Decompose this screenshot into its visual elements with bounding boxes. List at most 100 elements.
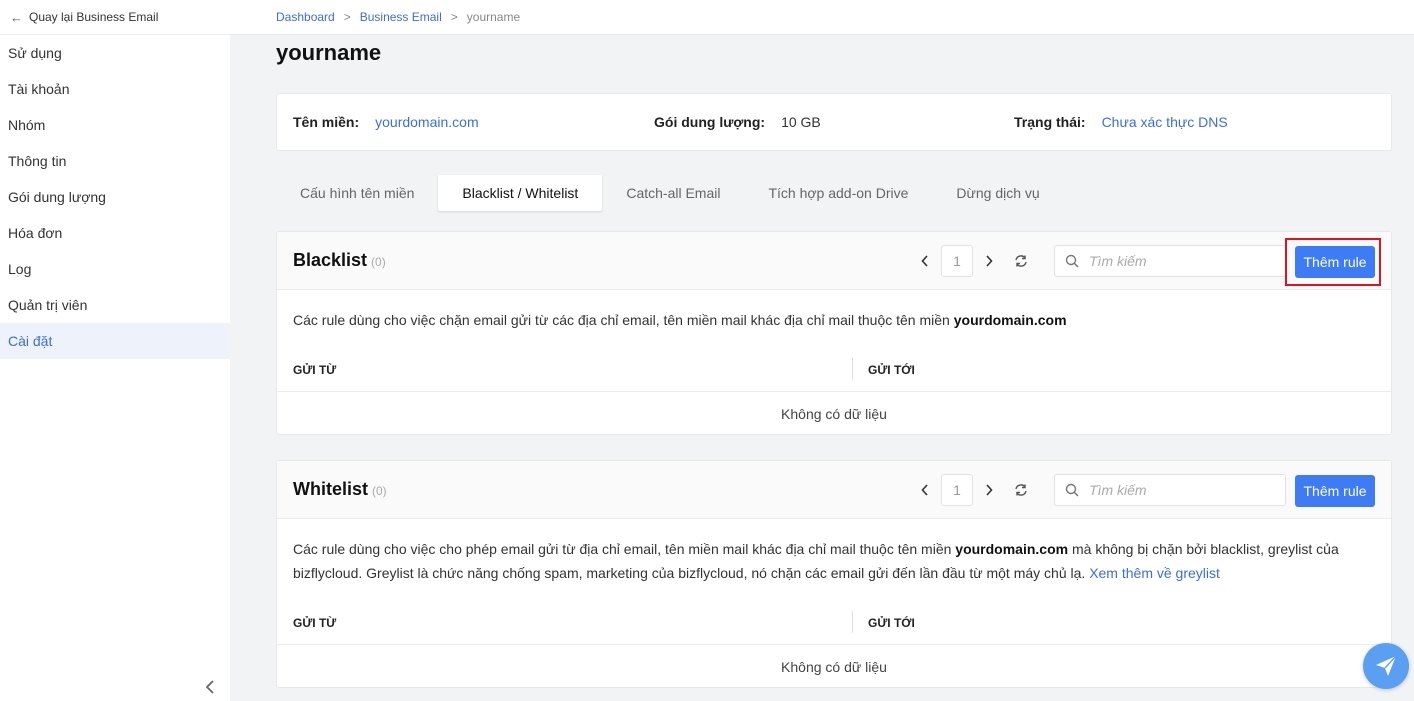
sidebar-item-label: Thông tin (8, 153, 67, 169)
back-to-business-email-link[interactable]: ← Quay lại Business Email (0, 0, 230, 35)
sidebar-item-settings[interactable]: Cài đặt (0, 323, 230, 359)
whitelist-description: Các rule dùng cho việc cho phép email gử… (277, 519, 1391, 599)
tab-blacklist-whitelist[interactable]: Blacklist / Whitelist (438, 175, 603, 211)
whitelist-empty-state: Không có dữ liệu (781, 659, 887, 675)
blacklist-pagination: 1 (913, 245, 1037, 277)
blacklist-search (1054, 245, 1286, 277)
chevron-left-icon (921, 484, 928, 496)
chat-button[interactable] (1363, 643, 1409, 689)
search-icon (1055, 483, 1089, 497)
plan-field: Gói dung lượng: 10 GB (654, 114, 821, 130)
status-value[interactable]: Chưa xác thực DNS (1102, 114, 1228, 130)
sidebar-item-log[interactable]: Log (0, 251, 230, 287)
blacklist-panel: Blacklist(0) 1 Thêm rule (276, 231, 1392, 435)
whitelist-count: (0) (372, 484, 387, 498)
blacklist-desc-text: Các rule dùng cho việc chặn email gửi từ… (293, 312, 954, 328)
tab-stop-service[interactable]: Dừng dịch vụ (932, 175, 1063, 211)
column-divider (852, 358, 853, 380)
blacklist-count: (0) (371, 255, 386, 269)
whitelist-title-text: Whitelist (293, 479, 368, 499)
sidebar-item-label: Tài khoản (8, 81, 70, 97)
domain-label: Tên miền: (293, 114, 360, 130)
whitelist-desc-domain: yourdomain.com (955, 541, 1069, 557)
back-link-label: Quay lại Business Email (29, 10, 159, 24)
page-number[interactable]: 1 (941, 474, 973, 506)
page-number[interactable]: 1 (941, 245, 973, 277)
domain-value[interactable]: yourdomain.com (375, 114, 479, 130)
column-header-to: GỬI TỚI (868, 363, 915, 377)
tab-domain-config[interactable]: Cấu hình tên miền (276, 175, 438, 211)
whitelist-add-rule-button[interactable]: Thêm rule (1295, 475, 1375, 507)
search-icon (1055, 254, 1089, 268)
arrow-left-icon: ← (10, 9, 23, 25)
breadcrumb-current: yourname (466, 10, 521, 24)
refresh-button[interactable] (1005, 474, 1037, 506)
refresh-icon (1015, 484, 1027, 496)
whitelist-title: Whitelist (0) (293, 479, 387, 500)
status-label: Trạng thái: (1014, 114, 1086, 130)
sidebar-item-label: Gói dung lượng (8, 189, 106, 205)
sidebar-item-invoices[interactable]: Hóa đơn (0, 215, 230, 251)
blacklist-table-header: GỬI TỪ GỬI TỚI (277, 346, 1391, 392)
sidebar-item-admins[interactable]: Quản trị viên (0, 287, 230, 323)
tab-catch-all-email[interactable]: Catch-all Email (602, 175, 744, 211)
greylist-info-link[interactable]: Xem thêm về greylist (1089, 565, 1220, 581)
whitelist-header: Whitelist (0) 1 Thêm rule (277, 461, 1391, 519)
sidebar-item-label: Log (8, 261, 32, 277)
sidebar-item-label: Cài đặt (8, 333, 53, 349)
page-title: yourname (276, 40, 382, 65)
sidebar-item-label: Sử dụng (8, 45, 62, 61)
whitelist-search (1054, 474, 1286, 506)
sidebar-item-label: Nhóm (8, 117, 46, 133)
whitelist-search-input[interactable] (1089, 482, 1285, 498)
whitelist-desc-text: Các rule dùng cho việc cho phép email gử… (293, 541, 956, 557)
next-page-button[interactable] (977, 245, 1001, 277)
sidebar-item-info[interactable]: Thông tin (0, 143, 230, 179)
column-header-from: GỬI TỪ (293, 363, 337, 377)
sidebar-collapse-button[interactable] (200, 677, 220, 697)
prev-page-button[interactable] (913, 245, 937, 277)
next-page-button[interactable] (977, 474, 1001, 506)
sidebar-item-usage[interactable]: Sử dụng (0, 35, 230, 71)
settings-tabs: Cấu hình tên miền Blacklist / Whitelist … (276, 175, 1064, 211)
prev-page-button[interactable] (913, 474, 937, 506)
chevron-right-icon (986, 484, 993, 496)
blacklist-empty-state: Không có dữ liệu (781, 406, 887, 422)
plan-label: Gói dung lượng: (654, 114, 766, 130)
whitelist-pagination: 1 (913, 474, 1037, 506)
breadcrumb-separator: > (450, 10, 458, 24)
sidebar: ← Quay lại Business Email Sử dụng Tài kh… (0, 0, 230, 701)
refresh-button[interactable] (1005, 245, 1037, 277)
blacklist-desc-domain: yourdomain.com (953, 312, 1067, 328)
sidebar-item-label: Hóa đơn (8, 225, 63, 241)
domain-field: Tên miền: yourdomain.com (293, 114, 479, 130)
plan-value: 10 GB (781, 114, 821, 130)
sidebar-item-groups[interactable]: Nhóm (0, 107, 230, 143)
whitelist-table-header: GỬI TỪ GỬI TỚI (277, 599, 1391, 645)
breadcrumb: Dashboard > Business Email > yourname (230, 0, 1414, 35)
whitelist-panel: Whitelist (0) 1 Thêm rule (276, 460, 1392, 688)
main-content: yourname Tên miền: yourdomain.com Gói du… (230, 35, 1414, 701)
column-header-to: GỬI TỚI (868, 616, 915, 630)
sidebar-item-accounts[interactable]: Tài khoản (0, 71, 230, 107)
chevron-left-icon (205, 680, 214, 694)
status-field: Trạng thái: Chưa xác thực DNS (1014, 114, 1228, 130)
tab-drive-addon[interactable]: Tích hợp add-on Drive (744, 175, 932, 211)
blacklist-title: Blacklist (0) (293, 250, 386, 271)
breadcrumb-separator: > (343, 10, 351, 24)
blacklist-header: Blacklist(0) 1 Thêm rule (277, 232, 1391, 290)
breadcrumb-business-email[interactable]: Business Email (360, 10, 442, 24)
blacklist-search-input[interactable] (1089, 253, 1285, 269)
breadcrumb-dashboard[interactable]: Dashboard (276, 10, 335, 24)
column-divider (852, 611, 853, 633)
chevron-left-icon (921, 255, 928, 267)
refresh-icon (1015, 255, 1027, 267)
domain-info-card: Tên miền: yourdomain.com Gói dung lượng:… (276, 93, 1392, 151)
paper-plane-icon (1376, 655, 1397, 676)
chevron-right-icon (986, 255, 993, 267)
blacklist-description: Các rule dùng cho việc chặn email gửi từ… (277, 290, 1391, 346)
sidebar-item-storage-plan[interactable]: Gói dung lượng (0, 179, 230, 215)
highlight-box (1285, 238, 1381, 286)
sidebar-item-label: Quản trị viên (8, 297, 88, 313)
blacklist-title-text: Blacklist (293, 250, 368, 270)
